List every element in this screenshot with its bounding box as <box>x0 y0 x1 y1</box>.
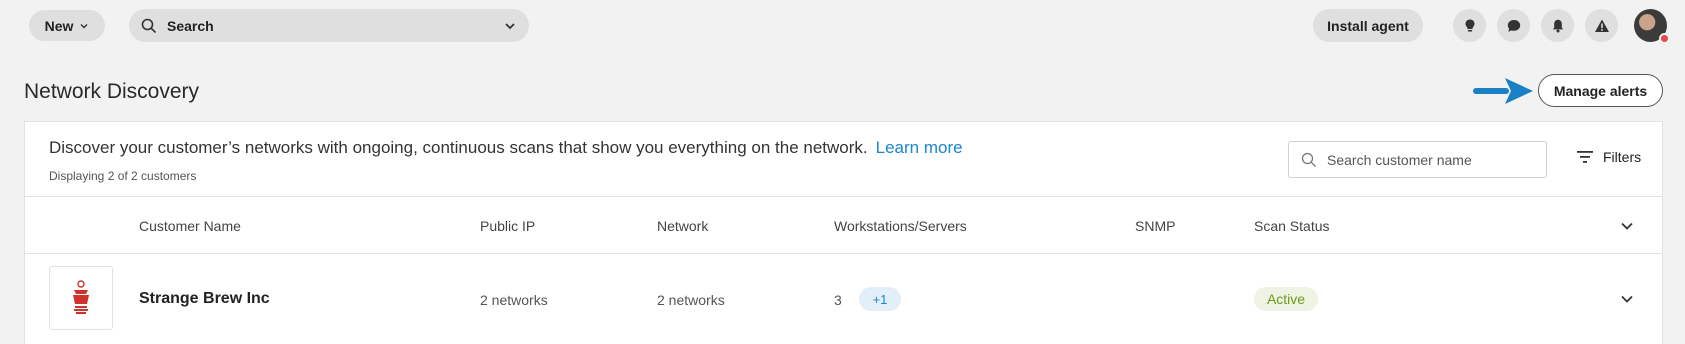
chevron-down-icon[interactable] <box>1619 291 1635 307</box>
status-badge: Active <box>1254 287 1318 311</box>
divider <box>25 253 1662 254</box>
public-ip-cell: 2 networks <box>480 292 548 308</box>
chevron-down-icon[interactable] <box>503 19 517 33</box>
divider <box>25 196 1662 197</box>
customer-logo <box>49 266 113 330</box>
new-button[interactable]: New <box>29 10 105 41</box>
lightbulb-icon[interactable] <box>1453 9 1486 42</box>
search-label: Search <box>167 17 214 34</box>
bell-icon[interactable] <box>1541 9 1574 42</box>
workstations-extra-badge[interactable]: +1 <box>859 287 901 311</box>
header-public-ip[interactable]: Public IP <box>480 218 535 234</box>
user-avatar[interactable] <box>1634 9 1670 44</box>
chat-icon[interactable] <box>1497 9 1530 42</box>
new-button-label: New <box>44 17 74 34</box>
top-bar: New Search Install agent <box>0 0 1685 50</box>
install-agent-button[interactable]: Install agent <box>1313 9 1423 42</box>
customer-card: Discover your customer’s networks with o… <box>24 121 1663 344</box>
customer-search-input[interactable] <box>1327 151 1527 168</box>
header-workstations[interactable]: Workstations/Servers <box>834 218 967 234</box>
pointer-arrow-icon <box>1473 78 1533 104</box>
customer-name[interactable]: Strange Brew Inc <box>139 290 270 308</box>
description: Discover your customer’s networks with o… <box>49 138 963 158</box>
filters-label: Filters <box>1603 149 1642 165</box>
warning-icon[interactable] <box>1585 9 1618 42</box>
global-search[interactable]: Search <box>129 9 529 42</box>
status-dot <box>1659 33 1670 44</box>
network-cell: 2 networks <box>657 292 725 308</box>
header-snmp[interactable]: SNMP <box>1135 218 1175 234</box>
manage-alerts-button[interactable]: Manage alerts <box>1538 74 1663 107</box>
header-customer-name[interactable]: Customer Name <box>139 218 241 234</box>
customer-search-field[interactable] <box>1288 141 1547 178</box>
learn-more-link[interactable]: Learn more <box>876 138 963 157</box>
description-text: Discover your customer’s networks with o… <box>49 138 868 157</box>
page-title: Network Discovery <box>24 80 200 103</box>
search-icon <box>1301 152 1316 167</box>
workstations-cell: 3 <box>834 292 842 308</box>
chevron-down-icon <box>80 23 88 28</box>
filters-button[interactable]: Filters <box>1576 149 1641 165</box>
search-icon <box>141 18 157 33</box>
header-scan-status[interactable]: Scan Status <box>1254 218 1330 234</box>
customer-count: Displaying 2 of 2 customers <box>49 169 197 183</box>
filter-icon <box>1577 151 1593 163</box>
chevron-down-icon[interactable] <box>1619 218 1635 234</box>
header-network[interactable]: Network <box>657 218 708 234</box>
